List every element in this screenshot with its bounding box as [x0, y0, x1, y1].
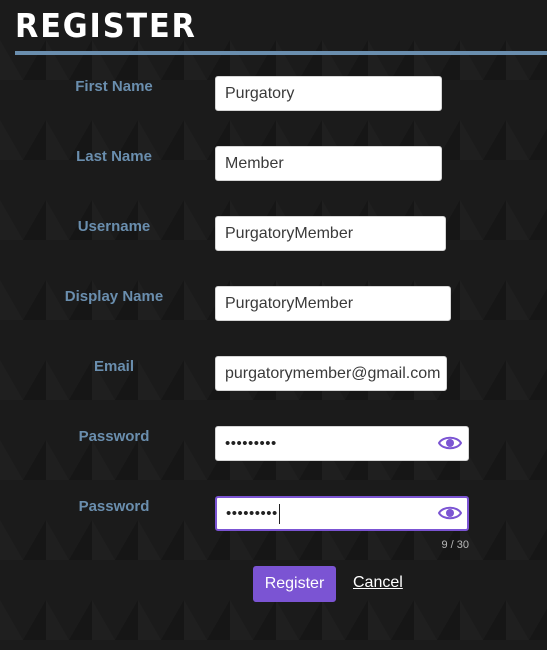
password-confirm-value: ••••••••• [226, 498, 280, 529]
title-divider [15, 51, 547, 55]
password-confirm-input[interactable]: ••••••••• [215, 496, 469, 531]
password-confirm-label: Password [78, 498, 150, 515]
first-name-label: First Name [75, 78, 153, 95]
first-name-value: Purgatory [225, 85, 295, 102]
register-button[interactable]: Register [253, 566, 336, 602]
email-value: purgatorymember@gmail.com [225, 365, 441, 382]
page-title: REGISTER [15, 6, 197, 45]
first-name-input[interactable]: Purgatory [215, 76, 442, 111]
display-name-input[interactable]: PurgatoryMember [215, 286, 451, 321]
last-name-input[interactable]: Member [215, 146, 442, 181]
last-name-value: Member [225, 155, 284, 172]
password-value: ••••••••• [225, 435, 277, 452]
username-value: PurgatoryMember [225, 225, 354, 242]
eye-icon[interactable] [438, 504, 462, 522]
password-char-counter: 9 / 30 [441, 539, 469, 551]
last-name-label: Last Name [76, 148, 152, 165]
cancel-link[interactable]: Cancel [353, 574, 403, 592]
password-input[interactable]: ••••••••• [215, 426, 469, 461]
display-name-label: Display Name [64, 288, 164, 305]
username-input[interactable]: PurgatoryMember [215, 216, 446, 251]
eye-icon[interactable] [438, 434, 462, 452]
text-caret [278, 504, 280, 525]
username-label: Username [77, 218, 151, 235]
password-label: Password [78, 428, 150, 445]
display-name-value: PurgatoryMember [225, 295, 354, 312]
email-input[interactable]: purgatorymember@gmail.com [215, 356, 447, 391]
email-label: Email [93, 358, 135, 375]
